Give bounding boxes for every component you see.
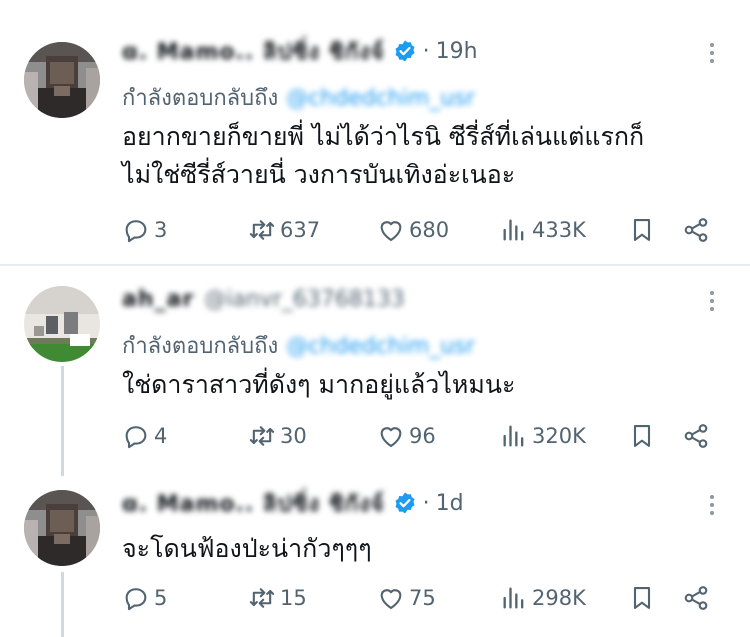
view-count: 298K: [532, 586, 586, 610]
more-icon[interactable]: [705, 38, 719, 68]
share-icon: [684, 424, 708, 448]
tweet-header: ɑ. Mamo.. ลิปซิ่ง ชิกังจ์ · 1d: [122, 488, 464, 518]
bookmark-button[interactable]: [628, 418, 660, 454]
more-icon[interactable]: [705, 490, 719, 520]
tweet-text: ใช่ดาราสาวที่ดังๆ มากอยู่แล้วไหมนะ: [122, 366, 515, 404]
reply-button[interactable]: 4: [122, 418, 167, 454]
tweet-text-line: ไม่ใช่ซีรี่ส์วายนี่ วงการบันเทิงอ่ะเนอะ: [122, 160, 516, 189]
replying-to: กำลังตอบกลับถึง @chdedchim_usr: [122, 80, 475, 115]
action-bar: 5 15 75 298K: [122, 580, 722, 616]
share-button[interactable]: [682, 212, 714, 248]
verified-badge-icon: [395, 492, 415, 514]
tweet-text-line: อยากขายก็ขายพี่ ไม่ได้ว่าไรนิ ซีรี่ส์ที่…: [122, 122, 645, 151]
reply-icon: [125, 426, 147, 449]
tweet-1[interactable]: ɑ. Mamo.. ลิปซิ่ง ชิกังจ์ · 19h กำลังตอบ…: [0, 0, 750, 262]
display-name[interactable]: ɑ. Mamo.. ลิปซิ่ง ชิกังจ์: [122, 486, 385, 521]
reply-count: 4: [154, 424, 168, 448]
reply-count: 5: [154, 586, 168, 610]
reply-icon: [125, 220, 147, 243]
view-count: 433K: [532, 218, 586, 242]
timestamp[interactable]: 19h: [436, 39, 478, 64]
tweet-3[interactable]: ɑ. Mamo.. ลิปซิ่ง ชิกังจ์ · 1d จะโดนฟ้อง…: [0, 472, 750, 637]
like-button[interactable]: 680: [377, 212, 449, 248]
reply-mention-link[interactable]: @chdedchim_usr: [286, 334, 475, 359]
retweet-button[interactable]: 30: [248, 418, 307, 454]
bookmark-button[interactable]: [628, 580, 660, 616]
like-button[interactable]: 75: [377, 580, 436, 616]
heart-icon: [380, 589, 402, 609]
views-icon: [503, 219, 524, 241]
like-count: 680: [409, 218, 450, 242]
bookmark-icon: [633, 587, 651, 609]
avatar[interactable]: [24, 42, 100, 118]
action-bar: 4 30 96 320K: [122, 418, 722, 454]
tweet-header: ɑ. Mamo.. ลิปซิ่ง ชิกังจ์ · 19h: [122, 36, 478, 66]
share-button[interactable]: [682, 418, 714, 454]
views-icon: [503, 587, 524, 609]
reply-button[interactable]: 5: [122, 580, 167, 616]
retweet-count: 15: [280, 586, 307, 610]
view-count: 320K: [532, 424, 586, 448]
like-count: 96: [409, 424, 436, 448]
bookmark-button[interactable]: [628, 212, 660, 248]
share-icon: [684, 586, 708, 610]
retweet-button[interactable]: 15: [248, 580, 307, 616]
views-button[interactable]: 298K: [500, 580, 586, 616]
retweet-icon: [249, 588, 275, 608]
user-handle[interactable]: @ianvr_63768133: [204, 287, 405, 312]
thread-line: [61, 366, 64, 476]
tweet-text-line: ใช่ดาราสาวที่ดังๆ มากอยู่แล้วไหมนะ: [122, 370, 516, 399]
share-icon: [684, 218, 708, 242]
retweet-button[interactable]: 637: [248, 212, 320, 248]
verified-badge-icon: [395, 40, 415, 62]
like-button[interactable]: 96: [377, 418, 436, 454]
retweet-icon: [249, 426, 275, 446]
retweet-icon: [249, 220, 275, 240]
reply-mention-link[interactable]: @chdedchim_usr: [286, 86, 475, 111]
bookmark-icon: [633, 219, 651, 241]
like-count: 75: [409, 586, 436, 610]
thread-line: [61, 572, 64, 637]
separator-dot: ·: [422, 490, 430, 516]
separator-dot: ·: [422, 38, 430, 64]
avatar[interactable]: [24, 490, 100, 566]
tweet-header: ah_ar @ianvr_63768133: [122, 284, 405, 314]
retweet-count: 30: [280, 424, 307, 448]
more-icon[interactable]: [705, 286, 719, 316]
views-button[interactable]: 433K: [500, 212, 586, 248]
reply-count: 3: [154, 218, 168, 242]
avatar[interactable]: [24, 286, 100, 362]
replying-to-label: กำลังตอบกลับถึง: [122, 86, 279, 111]
replying-to: กำลังตอบกลับถึง @chdedchim_usr: [122, 328, 475, 363]
display-name[interactable]: ɑ. Mamo.. ลิปซิ่ง ชิกังจ์: [122, 34, 385, 69]
tweet-text-line: จะโดนฟ้องป่ะน่ากัวๆๆๆ: [122, 534, 372, 563]
bookmark-icon: [633, 425, 651, 447]
share-button[interactable]: [682, 580, 714, 616]
reply-button[interactable]: 3: [122, 212, 167, 248]
timestamp[interactable]: 1d: [436, 491, 464, 516]
heart-icon: [380, 221, 402, 241]
tweet-2[interactable]: ah_ar @ianvr_63768133 กำลังตอบกลับถึง @ch…: [0, 266, 750, 476]
action-bar: 3 637 680 433K: [122, 212, 722, 248]
reply-icon: [125, 588, 147, 611]
heart-icon: [380, 427, 402, 447]
replying-to-label: กำลังตอบกลับถึง: [122, 334, 279, 359]
tweet-text: อยากขายก็ขายพี่ ไม่ได้ว่าไรนิ ซีรี่ส์ที่…: [122, 118, 644, 194]
views-button[interactable]: 320K: [500, 418, 586, 454]
views-icon: [503, 425, 524, 447]
tweet-text: จะโดนฟ้องป่ะน่ากัวๆๆๆ: [122, 530, 372, 568]
display-name[interactable]: ah_ar: [122, 287, 194, 312]
retweet-count: 637: [280, 218, 321, 242]
